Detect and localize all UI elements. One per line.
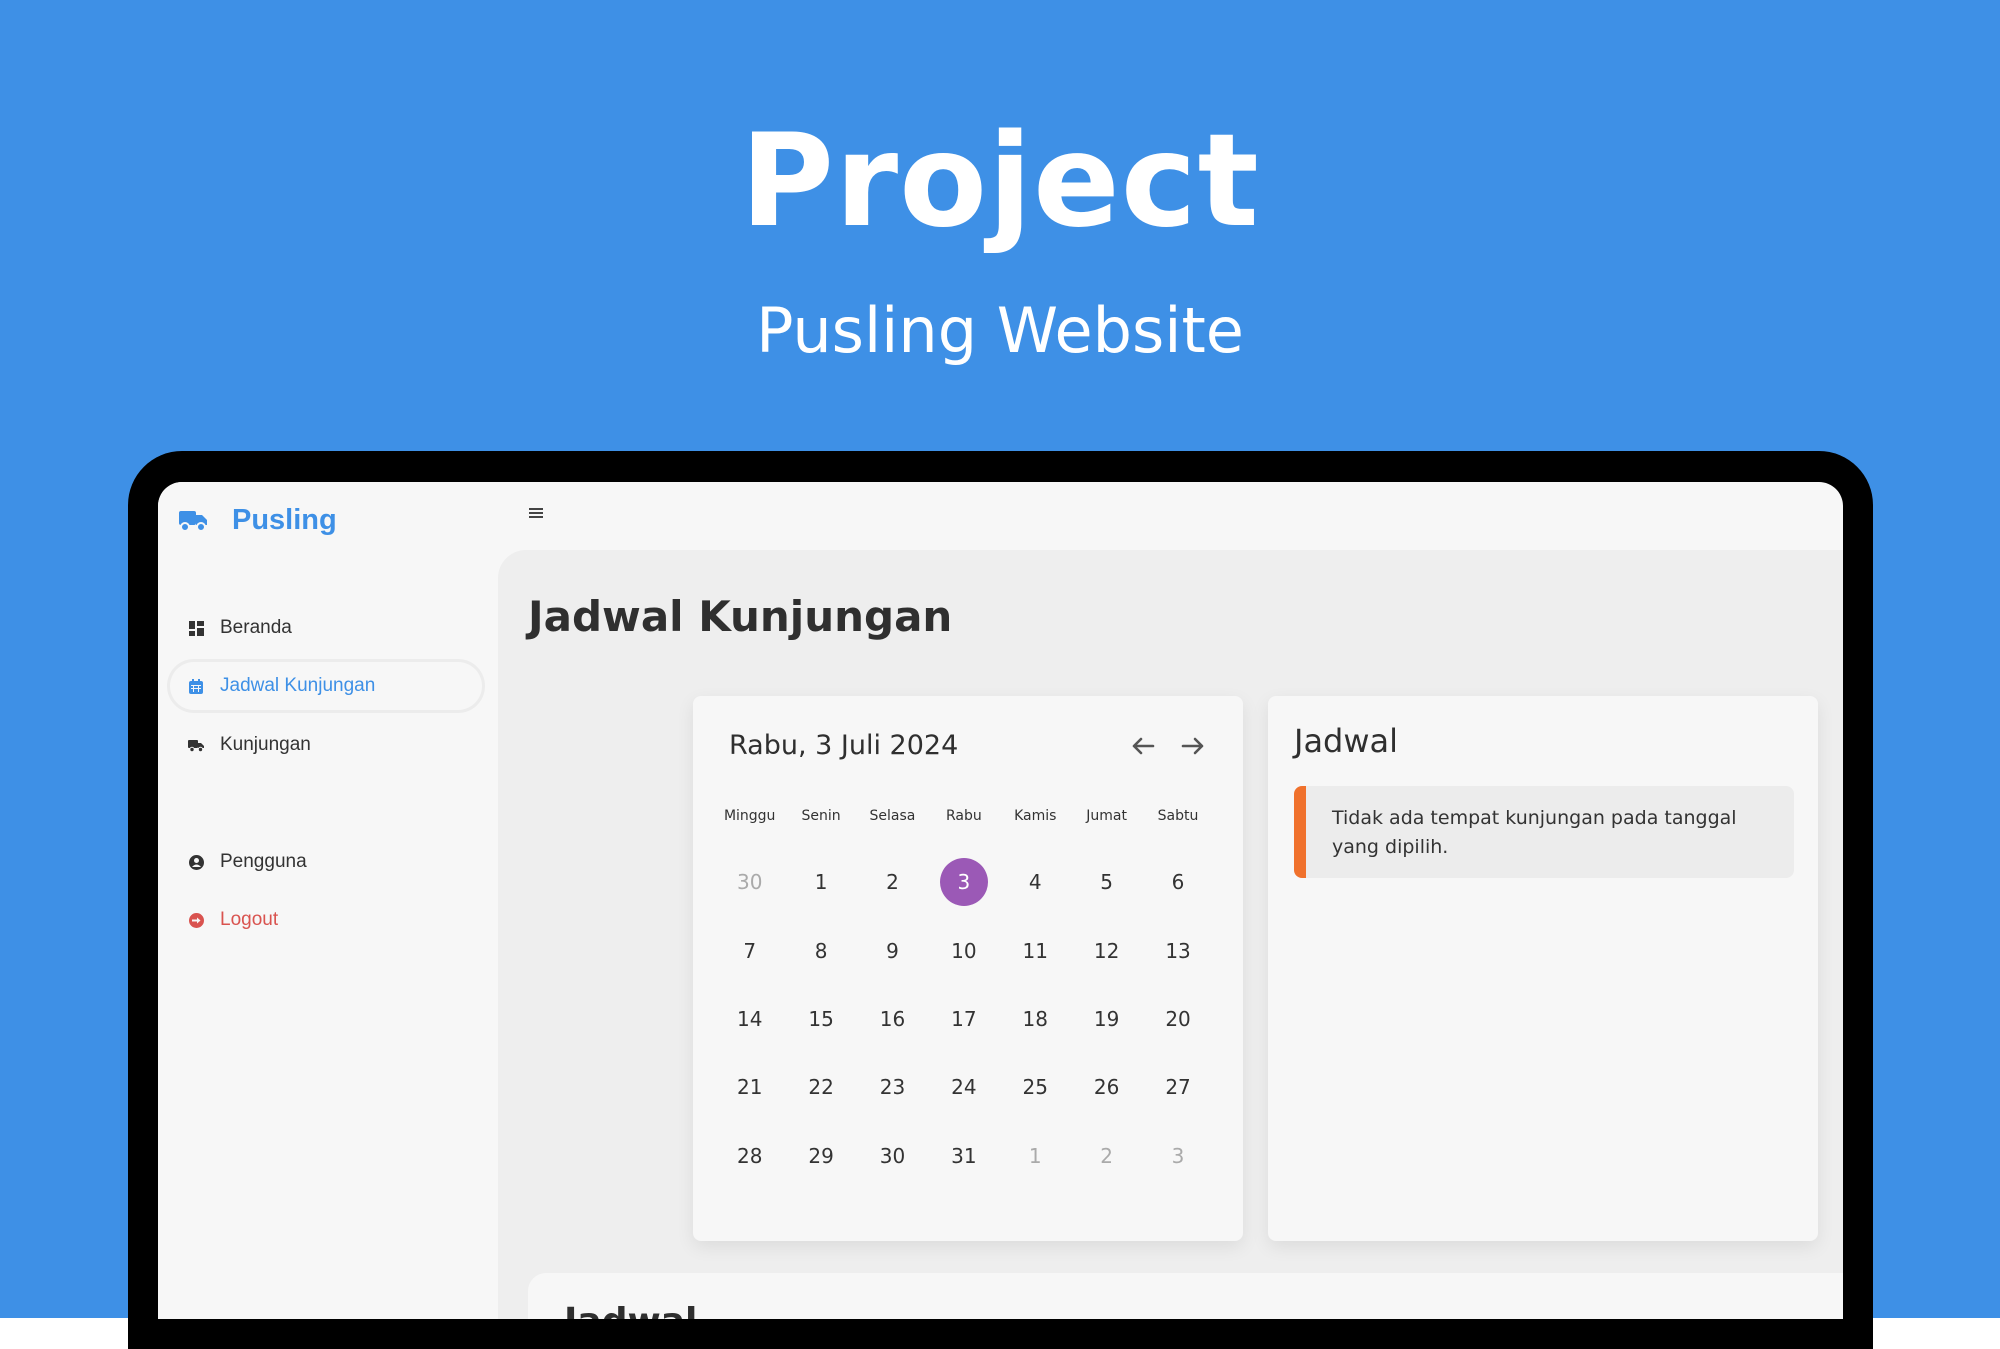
calendar-day[interactable]: 26 bbox=[1071, 1063, 1142, 1111]
sidebar-item-label: Beranda bbox=[220, 617, 292, 638]
calendar-card: Rabu, 3 Juli 2024 Minggu Senin Selasa Ra… bbox=[693, 696, 1243, 1241]
calendar-day[interactable]: 23 bbox=[857, 1063, 928, 1111]
calendar-day[interactable]: 20 bbox=[1142, 995, 1213, 1043]
weekday-label: Jumat bbox=[1086, 808, 1127, 824]
calendar-day[interactable]: 28 bbox=[714, 1132, 785, 1180]
calendar-weekdays: Minggu Senin Selasa Rabu Kamis Jumat Sab… bbox=[714, 808, 1214, 824]
hero-title: Project bbox=[740, 107, 1260, 256]
brand[interactable]: Pusling bbox=[178, 500, 337, 540]
calendar-day-outside[interactable]: 30 bbox=[714, 858, 785, 906]
sidebar-item-label: Pengguna bbox=[220, 851, 307, 872]
sidebar-item-jadwal-kunjungan[interactable]: Jadwal Kunjungan bbox=[170, 662, 482, 710]
sidebar: Pusling Beranda Jadwal Kunjungan Kunjung… bbox=[158, 482, 498, 1319]
calendar-day[interactable]: 1 bbox=[785, 858, 856, 906]
weekday-label: Senin bbox=[801, 808, 841, 824]
weekday-label: Minggu bbox=[723, 808, 776, 824]
calendar-day[interactable]: 29 bbox=[785, 1132, 856, 1180]
selected-day-label: 3 bbox=[939, 858, 988, 906]
calendar-week: 21 22 23 24 25 26 27 bbox=[714, 1063, 1214, 1111]
truck-icon bbox=[188, 737, 204, 753]
calendar-day[interactable]: 15 bbox=[785, 995, 856, 1043]
weekday-label: Kamis bbox=[1014, 808, 1057, 824]
arrow-left-icon[interactable] bbox=[1129, 732, 1157, 760]
calendar-day[interactable]: 14 bbox=[714, 995, 785, 1043]
calendar-day[interactable]: 31 bbox=[928, 1132, 999, 1180]
hamburger-icon[interactable] bbox=[529, 506, 543, 520]
brand-label: Pusling bbox=[232, 503, 337, 536]
calendar-day[interactable]: 2 bbox=[857, 858, 928, 906]
schedule-empty-alert: Tidak ada tempat kunjungan pada tanggal … bbox=[1294, 786, 1794, 878]
calendar-day[interactable]: 5 bbox=[1071, 858, 1142, 906]
calendar-day[interactable]: 6 bbox=[1142, 858, 1213, 906]
sidebar-item-label: Kunjungan bbox=[220, 734, 311, 755]
calendar-day[interactable]: 21 bbox=[714, 1063, 785, 1111]
weekday-label: Sabtu bbox=[1157, 808, 1199, 824]
app-screen: Pusling Beranda Jadwal Kunjungan Kunjung… bbox=[158, 482, 1843, 1319]
calendar-day[interactable]: 7 bbox=[714, 927, 785, 975]
sidebar-item-label: Logout bbox=[220, 909, 279, 930]
truck-icon bbox=[178, 508, 208, 532]
calendar-day[interactable]: 8 bbox=[785, 927, 856, 975]
calendar-day[interactable]: 24 bbox=[928, 1063, 999, 1111]
dashboard-icon bbox=[188, 620, 204, 636]
calendar-week: 30 1 2 3 4 5 6 bbox=[714, 858, 1214, 906]
schedule-card: Jadwal Tidak ada tempat kunjungan pada t… bbox=[1268, 696, 1818, 1241]
weekday-label: Selasa bbox=[869, 808, 916, 824]
calendar-day-outside[interactable]: 3 bbox=[1142, 1132, 1213, 1180]
calendar-day[interactable]: 9 bbox=[857, 927, 928, 975]
sidebar-item-kunjungan[interactable]: Kunjungan bbox=[170, 721, 482, 769]
calendar-week: 28 29 30 31 1 2 3 bbox=[714, 1132, 1214, 1180]
calendar-current-date: Rabu, 3 Juli 2024 bbox=[729, 730, 959, 761]
user-circle-icon bbox=[188, 854, 204, 870]
calendar-icon bbox=[188, 678, 204, 694]
sidebar-item-pengguna[interactable]: Pengguna bbox=[170, 838, 482, 886]
calendar-day-outside[interactable]: 1 bbox=[1000, 1132, 1071, 1180]
calendar-day[interactable]: 10 bbox=[928, 927, 999, 975]
weekday-label: Rabu bbox=[945, 808, 982, 824]
calendar-day[interactable]: 17 bbox=[928, 995, 999, 1043]
page-title: Jadwal Kunjungan bbox=[528, 592, 953, 641]
calendar-week: 14 15 16 17 18 19 20 bbox=[714, 995, 1214, 1043]
calendar-day[interactable]: 11 bbox=[1000, 927, 1071, 975]
logout-icon bbox=[188, 912, 204, 928]
calendar-day[interactable]: 12 bbox=[1071, 927, 1142, 975]
calendar-week: 7 8 9 10 11 12 13 bbox=[714, 927, 1214, 975]
calendar-day[interactable]: 27 bbox=[1142, 1063, 1213, 1111]
schedule-title: Jadwal bbox=[1294, 722, 1399, 760]
calendar-day[interactable]: 30 bbox=[857, 1132, 928, 1180]
calendar-day[interactable]: 16 bbox=[857, 995, 928, 1043]
calendar-day[interactable]: 18 bbox=[1000, 995, 1071, 1043]
calendar-day[interactable]: 19 bbox=[1071, 995, 1142, 1043]
calendar-day[interactable]: 22 bbox=[785, 1063, 856, 1111]
calendar-day[interactable]: 4 bbox=[1000, 858, 1071, 906]
sidebar-item-label: Jadwal Kunjungan bbox=[220, 675, 376, 696]
calendar-day[interactable]: 13 bbox=[1142, 927, 1213, 975]
schedule-list-section: Jadwal bbox=[528, 1273, 1843, 1319]
arrow-right-icon[interactable] bbox=[1179, 732, 1207, 760]
sidebar-item-beranda[interactable]: Beranda bbox=[170, 604, 482, 652]
sidebar-item-logout[interactable]: Logout bbox=[170, 896, 482, 944]
section-title: Jadwal bbox=[564, 1301, 697, 1319]
calendar-day-outside[interactable]: 2 bbox=[1071, 1132, 1142, 1180]
main-content: Jadwal Kunjungan Rabu, 3 Juli 2024 Mingg… bbox=[498, 550, 1843, 1319]
calendar-day[interactable]: 25 bbox=[1000, 1063, 1071, 1111]
hero-subtitle: Pusling Website bbox=[756, 294, 1244, 367]
calendar-day-selected[interactable]: 3 bbox=[928, 858, 999, 906]
